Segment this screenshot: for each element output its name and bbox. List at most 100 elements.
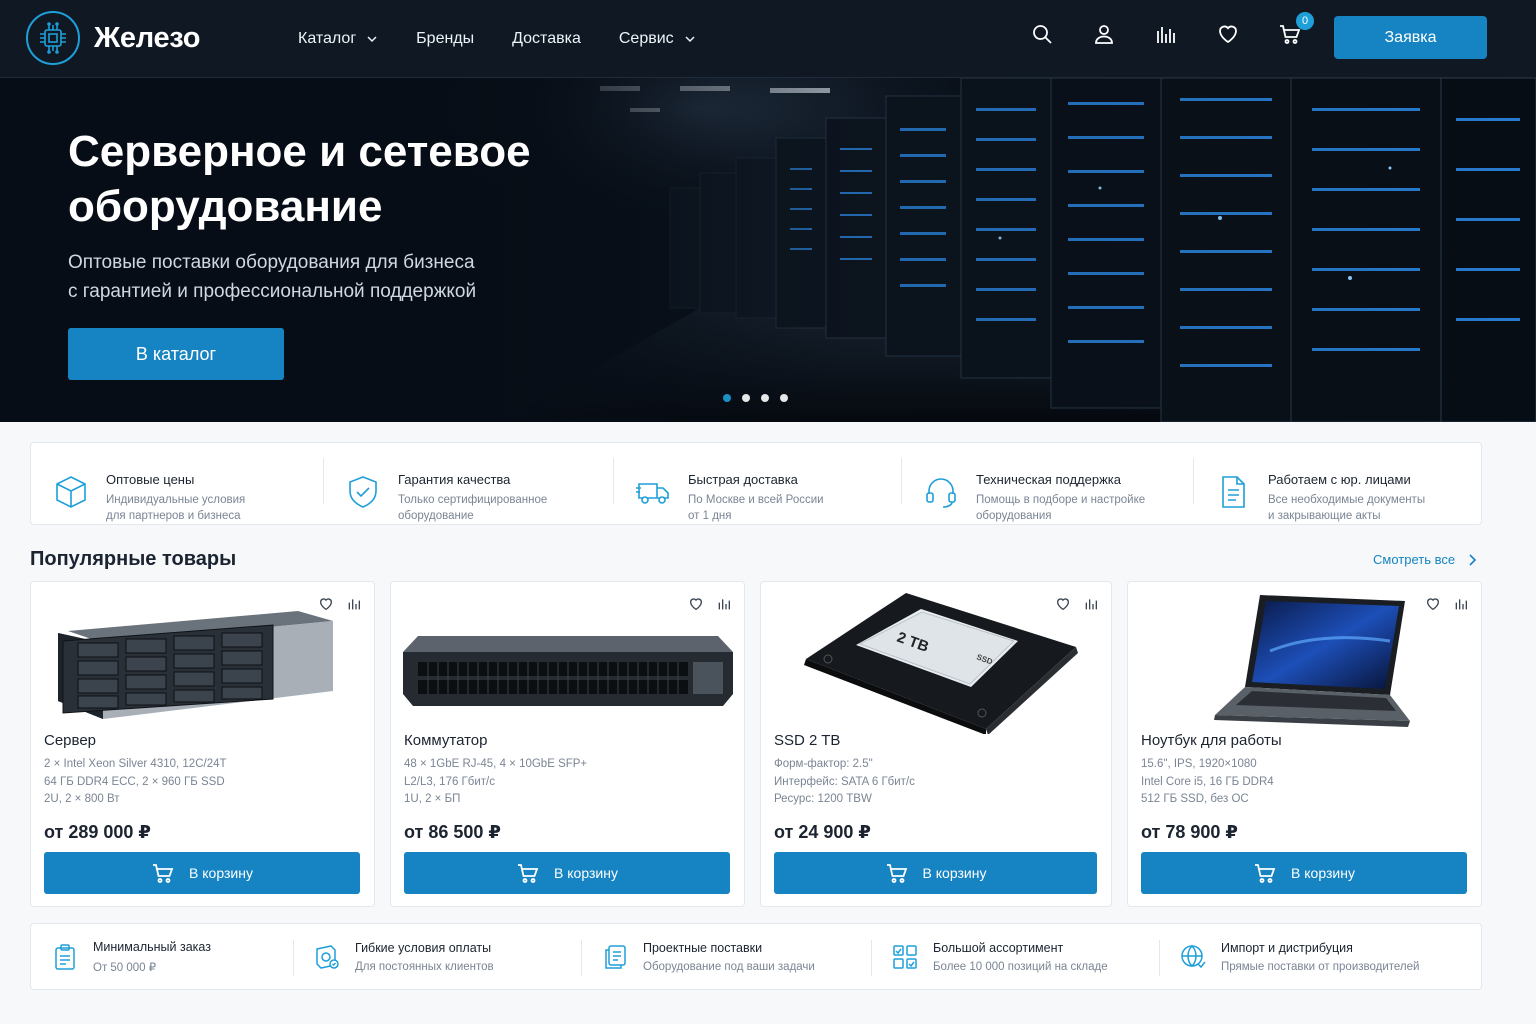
- product-name[interactable]: Ноутбук для работы: [1141, 732, 1282, 749]
- add-to-cart-button[interactable]: В корзину: [404, 852, 730, 894]
- chevron-down-icon: [685, 36, 695, 43]
- features-bar: Оптовые цены Индивидуальные условия для п…: [30, 442, 1482, 525]
- feature-quality: Гарантия качества Только сертифицированн…: [323, 454, 613, 522]
- product-card-switch[interactable]: Коммутатор 48 × 1GbE RJ-45, 4 × 10GbE SF…: [390, 581, 745, 907]
- header-actions: 0: [1030, 12, 1314, 46]
- benefit-desc: От 50 000 ₽: [93, 961, 157, 974]
- main-nav: Каталог Бренды Доставка Сервис: [298, 0, 696, 78]
- add-to-cart-button[interactable]: В корзину: [1141, 852, 1467, 894]
- benefit-title: Проектные поставки: [643, 940, 763, 955]
- nav-service[interactable]: Сервис: [619, 30, 696, 48]
- add-to-cart-button[interactable]: В корзину: [44, 852, 360, 894]
- feature-delivery: Быстрая доставка По Москве и всей России…: [613, 454, 901, 522]
- slider-dots: [723, 394, 788, 402]
- slider-dot-2[interactable]: [742, 394, 750, 402]
- feature-desc: По Москве и всей России от 1 дня: [688, 493, 824, 522]
- hero-catalog-button[interactable]: В каталог: [68, 328, 284, 380]
- see-all-link[interactable]: Смотреть все: [1373, 552, 1477, 567]
- hero-subtitle-line2: с гарантией и профессиональной поддержко…: [68, 281, 477, 302]
- slider-dot-4[interactable]: [780, 394, 788, 402]
- feature-title: Техническая поддержка: [976, 471, 1121, 487]
- benefit-payment: Гибкие условия оплаты Для постоянных кли…: [293, 934, 581, 980]
- add-to-cart-button[interactable]: В корзину: [774, 852, 1097, 894]
- feature-desc: Помощь в подборе и настройке оборудования: [976, 493, 1146, 522]
- search-icon[interactable]: [1030, 22, 1054, 46]
- nav-service-label: Сервис: [618, 30, 674, 47]
- docs-icon: [605, 944, 626, 969]
- nav-brands-label: Бренды: [416, 30, 475, 47]
- benefit-import: Импорт и дистрибуция Прямые поставки от …: [1159, 934, 1479, 980]
- box-icon: [53, 474, 89, 510]
- benefit-title: Минимальный заказ: [93, 939, 211, 954]
- benefit-assortment: Большой ассортимент Более 10 000 позиций…: [871, 934, 1159, 980]
- product-price: от 86 500 ₽: [404, 822, 501, 842]
- add-to-cart-label: В корзину: [1291, 865, 1355, 881]
- benefit-title: Импорт и дистрибуция: [1221, 940, 1353, 955]
- nav-catalog[interactable]: Каталог: [298, 30, 378, 48]
- benefit-projects: Проектные поставки Оборудование под ваши…: [581, 934, 871, 980]
- product-name[interactable]: Сервер: [44, 732, 96, 749]
- product-price: от 289 000 ₽: [44, 822, 151, 842]
- feature-desc: Только сертифицированное оборудование: [398, 493, 548, 522]
- nav-brands[interactable]: Бренды: [416, 30, 474, 48]
- brand-name: Железо: [94, 21, 201, 54]
- feature-wholesale: Оптовые цены Индивидуальные условия для п…: [31, 454, 323, 522]
- globe-icon: [1181, 944, 1206, 968]
- product-card-laptop[interactable]: Ноутбук для работы 15.6", IPS, 1920×1080…: [1127, 581, 1482, 907]
- product-name[interactable]: SSD 2 TB: [774, 732, 840, 749]
- cart-icon: [886, 864, 907, 883]
- hero-title: Серверное и сетевое оборудование: [68, 127, 531, 231]
- heart-icon[interactable]: [1216, 22, 1240, 46]
- product-name[interactable]: Коммутатор: [404, 732, 487, 749]
- benefit-desc: Оборудование под ваши задачи: [643, 960, 815, 973]
- add-to-cart-label: В корзину: [189, 865, 253, 881]
- laptop-image: [1134, 592, 1475, 730]
- benefit-title: Большой ассортимент: [933, 940, 1064, 955]
- switch-image: [397, 592, 738, 730]
- cart-icon[interactable]: 0: [1278, 12, 1314, 46]
- feature-title: Быстрая доставка: [688, 471, 798, 487]
- slider-dot-1[interactable]: [723, 394, 731, 402]
- product-price: от 78 900 ₽: [1141, 822, 1238, 842]
- logo[interactable]: Железо: [26, 11, 200, 65]
- add-to-cart-label: В корзину: [922, 865, 987, 881]
- grid-icon: [893, 944, 917, 969]
- chip-logo-icon: [26, 11, 80, 65]
- nav-delivery-label: Доставка: [512, 30, 581, 47]
- cart-icon: [518, 864, 539, 883]
- chevron-down-icon: [367, 36, 377, 43]
- feature-desc: Все необходимые документы и закрывающие а…: [1268, 493, 1426, 522]
- product-specs: 48 × 1GbE RJ-45, 4 × 10GbE SFP+ L2/L3, 17…: [404, 758, 588, 805]
- feature-legal: Работаем с юр. лицами Все необходимые до…: [1193, 454, 1481, 522]
- benefit-min-order: Минимальный заказ От 50 000 ₽: [31, 934, 293, 980]
- hero-subtitle-line1: Оптовые поставки оборудования для бизнес…: [68, 252, 475, 273]
- see-all-label: Смотреть все: [1373, 552, 1456, 567]
- add-to-cart-label: В корзину: [554, 865, 618, 881]
- user-icon[interactable]: [1092, 22, 1116, 46]
- cart-icon: [1255, 864, 1276, 883]
- compare-icon[interactable]: [1154, 22, 1178, 46]
- benefit-desc: Для постоянных клиентов: [355, 960, 494, 973]
- product-card-ssd[interactable]: 2 TB SSD SSD 2 TB Форм-фактор: 2.5" Интер…: [760, 581, 1112, 907]
- shield-check-icon: [345, 474, 381, 510]
- popular-products-title: Популярные товары: [30, 548, 237, 570]
- feature-title: Работаем с юр. лицами: [1268, 471, 1411, 487]
- headset-icon: [923, 474, 959, 510]
- product-specs: 15.6", IPS, 1920×1080 Intel Core i5, 16 Г…: [1141, 758, 1274, 805]
- hero-subtitle: Оптовые поставки оборудования для бизнес…: [68, 248, 588, 306]
- benefit-desc: Более 10 000 позиций на складе: [933, 960, 1108, 973]
- payment-icon: [316, 944, 339, 969]
- truck-icon: [635, 474, 671, 510]
- clipboard-icon: [55, 943, 75, 970]
- cart-icon: [153, 864, 174, 883]
- product-specs: Форм-фактор: 2.5" Интерфейс: SATA 6 Гбит/…: [774, 758, 915, 805]
- product-price: от 24 900 ₽: [774, 822, 871, 842]
- feature-support: Техническая поддержка Помощь в подборе и…: [901, 454, 1193, 522]
- product-card-server[interactable]: Сервер 2 × Intel Xeon Silver 4310, 12C/2…: [30, 581, 375, 907]
- site-header: Железо Каталог Бренды Доставка Сервис 0 …: [0, 0, 1536, 78]
- nav-delivery[interactable]: Доставка: [512, 30, 581, 48]
- order-request-button[interactable]: Заявка: [1334, 16, 1487, 59]
- product-specs: 2 × Intel Xeon Silver 4310, 12C/24T 64 ГБ…: [44, 758, 227, 805]
- benefits-strip: Минимальный заказ От 50 000 ₽ Гибкие усл…: [30, 923, 1482, 990]
- slider-dot-3[interactable]: [761, 394, 769, 402]
